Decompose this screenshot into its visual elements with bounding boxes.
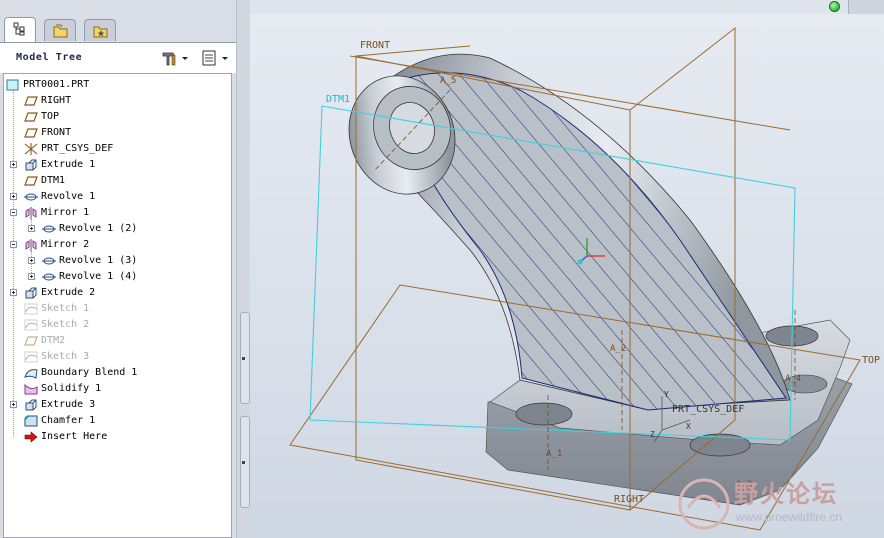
watermark-title: 野火论坛 (734, 480, 838, 508)
watermark: 野火论坛 www.proewildfire.cn (674, 470, 884, 538)
label-axis-a4: A_4 (785, 374, 802, 384)
datum-plane-icon (24, 128, 38, 138)
datum-plane-icon (24, 112, 38, 122)
chamfer-icon (24, 415, 38, 427)
expand-toggle[interactable] (28, 257, 35, 264)
label-top: TOP (862, 355, 881, 366)
status-indicator-icon (829, 1, 840, 12)
solidify-icon (24, 383, 38, 395)
extrude-icon (25, 287, 37, 299)
revolve-icon (24, 193, 38, 201)
label-csys-z: Z (650, 430, 655, 439)
label-axis-a1: A_1 (546, 449, 563, 459)
list-view-icon (202, 50, 228, 66)
model-tree-header: Model Tree (0, 42, 236, 73)
label-axis-a2: A_2 (610, 344, 627, 354)
label-csys-y: Y (664, 390, 669, 399)
favorites-folder-icon (93, 26, 108, 38)
navigator-panel: Model Tree PRT0001.PRT RIGHT TOP FRONT P… (0, 0, 236, 538)
settings-dropdown-button[interactable] (160, 49, 192, 67)
folder-icon (53, 24, 68, 38)
revolve-icon (42, 225, 56, 233)
revolve-icon (42, 273, 56, 281)
datum-plane-icon (24, 176, 38, 186)
model-tree-icon (13, 22, 25, 36)
label-dtm1: DTM1 (326, 94, 351, 105)
label-right: RIGHT (614, 494, 645, 505)
mirror-icon (25, 207, 37, 219)
coordinate-system-icon (24, 143, 38, 155)
navigator-tabs (0, 16, 236, 42)
label-csys-x: X (686, 422, 691, 431)
label-front: FRONT (360, 40, 391, 51)
expand-toggle[interactable] (28, 273, 35, 280)
graphics-window[interactable]: FRONT DTM1 TOP RIGHT PRT_CSYS_DEF A_5 A_… (250, 14, 884, 538)
datum-plane-icon (24, 96, 38, 106)
splitter-grip (242, 357, 245, 360)
datum-plane-icon (24, 336, 38, 346)
tab-favorites[interactable] (84, 19, 116, 41)
extrude-icon (25, 159, 37, 171)
watermark-url: www.proewildfire.cn (736, 510, 843, 524)
expand-toggle[interactable] (10, 401, 17, 408)
hammer-tools-icon (162, 52, 188, 66)
expand-toggle[interactable] (10, 289, 17, 296)
watermark-logo-icon (678, 478, 730, 530)
expand-toggle[interactable] (10, 193, 17, 200)
model-view (289, 26, 861, 531)
sketch-icon (24, 303, 38, 315)
collapse-toggle[interactable] (10, 209, 17, 216)
label-csys: PRT_CSYS_DEF (672, 404, 745, 415)
graphics-toolbar-strip (250, 0, 884, 15)
extrude-icon (25, 399, 37, 411)
panel-splitter[interactable] (236, 0, 251, 538)
mirror-icon (25, 239, 37, 251)
label-axis-a5: A_5 (440, 76, 457, 86)
mounting-hole (515, 402, 573, 426)
revolve-icon (42, 257, 56, 265)
splitter-grip (242, 461, 245, 464)
insert-here-arrow-icon (24, 431, 38, 443)
expand-toggle[interactable] (10, 161, 17, 168)
part-icon (6, 79, 19, 91)
boundary-blend-icon (24, 369, 38, 379)
collapse-toggle[interactable] (10, 241, 17, 248)
sketch-icon (24, 351, 38, 363)
model-tree-title: Model Tree (16, 52, 83, 63)
expand-toggle[interactable] (28, 225, 35, 232)
tab-folder-browser[interactable] (44, 19, 76, 41)
model-tree: PRT0001.PRT RIGHT TOP FRONT PRT_CSYS_DEF… (3, 73, 232, 538)
show-dropdown-button[interactable] (200, 49, 232, 67)
tab-model-tree[interactable] (4, 17, 36, 42)
sketch-icon (24, 319, 38, 331)
